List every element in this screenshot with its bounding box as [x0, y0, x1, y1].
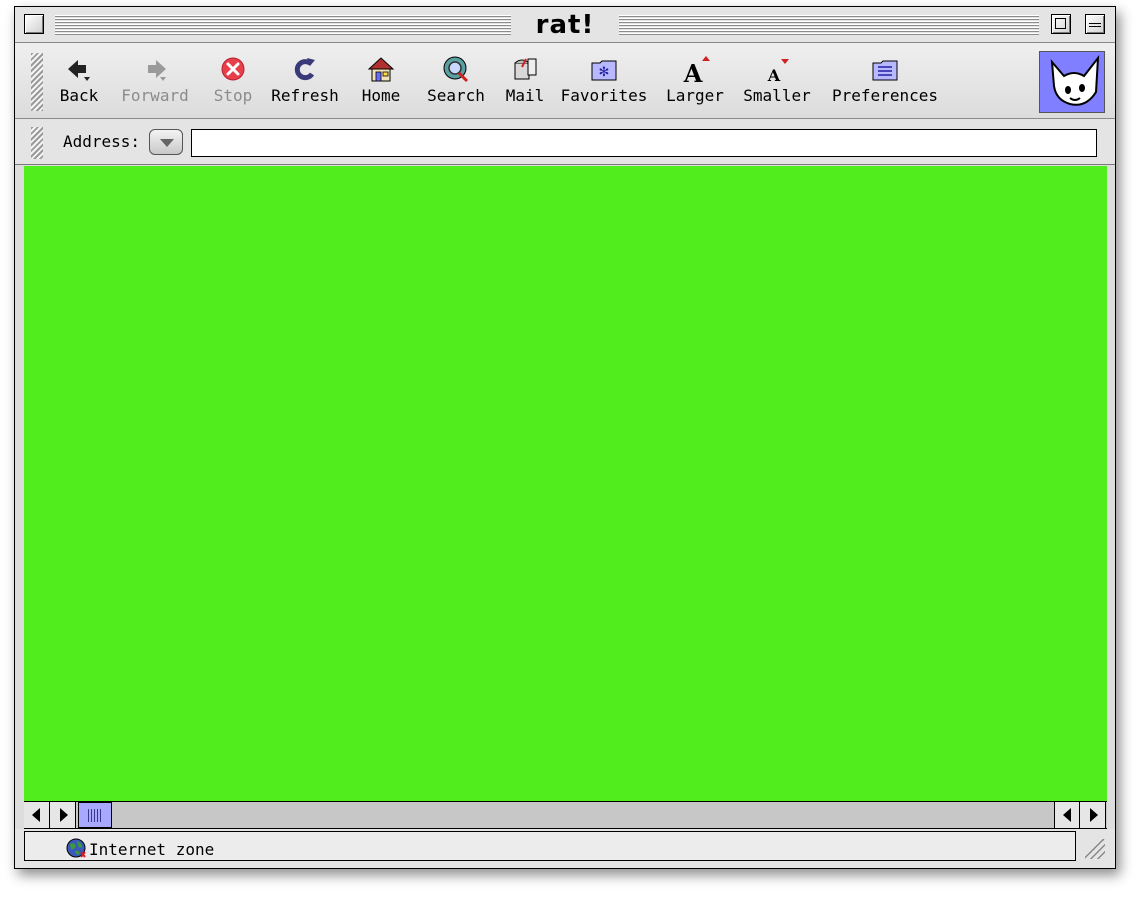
back-button-label: Back [59, 86, 99, 105]
forward-arrow-icon [148, 60, 166, 81]
mail-button-label: Mail [505, 86, 545, 105]
toolbar-grip-handle[interactable] [31, 53, 43, 111]
svg-text:A: A [683, 59, 703, 85]
address-bar-grip-handle[interactable] [31, 127, 43, 159]
title-bar-stripes-right [619, 15, 1039, 35]
refresh-button[interactable]: Refresh [269, 55, 341, 113]
status-text: Internet zone [89, 840, 215, 859]
stop-button[interactable]: Stop [209, 55, 257, 113]
address-bar: Address: [15, 119, 1115, 165]
favorites-button-label: Favorites [560, 86, 648, 105]
scroll-left-arrow-icon[interactable] [24, 802, 50, 828]
search-icon [443, 56, 469, 83]
status-bar: Internet zone [15, 829, 1115, 868]
address-label: Address: [63, 132, 141, 151]
search-button[interactable]: Search [423, 55, 489, 113]
svg-text:A: A [767, 66, 781, 85]
refresh-button-label: Refresh [271, 86, 339, 105]
font-larger-icon: A [683, 56, 710, 85]
back-arrow-icon [68, 60, 90, 81]
refresh-icon [294, 58, 315, 81]
cat-mascot-icon [1050, 54, 1100, 106]
scrollbar-thumb[interactable] [78, 802, 112, 828]
home-icon [367, 57, 395, 82]
font-smaller-icon: A [767, 59, 789, 85]
address-history-dropdown[interactable] [149, 129, 183, 155]
scroll-right-arrow-icon[interactable] [50, 802, 76, 828]
favorites-folder-icon: ✻ [591, 60, 617, 81]
browser-window: rat! Back Forward Stop Refresh Home Sear… [14, 6, 1116, 869]
address-input[interactable] [191, 129, 1097, 157]
preferences-folder-icon [872, 60, 898, 81]
scroll-left-arrow-end-icon[interactable] [1054, 802, 1080, 828]
toolbar: Back Forward Stop Refresh Home Search Ma… [15, 43, 1115, 119]
throbber-mascot[interactable] [1039, 51, 1105, 113]
stop-icon [221, 57, 245, 81]
smaller-button[interactable]: A Smaller [741, 55, 813, 113]
close-box-icon[interactable] [24, 14, 44, 34]
page-content-area[interactable] [24, 166, 1107, 801]
back-button[interactable]: Back [55, 55, 103, 113]
globe-icon [66, 838, 86, 858]
preferences-button-label: Preferences [832, 86, 938, 105]
zoom-box-icon[interactable] [1051, 14, 1071, 34]
smaller-button-label: Smaller [743, 86, 811, 105]
larger-button[interactable]: A Larger [663, 55, 727, 113]
larger-button-label: Larger [666, 86, 724, 105]
status-well: Internet zone [24, 831, 1076, 861]
preferences-button[interactable]: Preferences [829, 55, 941, 113]
title-bar-stripes-left [55, 15, 511, 35]
search-button-label: Search [427, 86, 485, 105]
stop-button-label: Stop [213, 86, 253, 105]
collapse-box-icon[interactable] [1085, 14, 1105, 34]
home-button[interactable]: Home [355, 55, 407, 113]
forward-button-label: Forward [121, 86, 189, 105]
home-button-label: Home [361, 86, 401, 105]
svg-text:✻: ✻ [599, 65, 610, 80]
title-bar[interactable]: rat! [15, 7, 1115, 43]
forward-button[interactable]: Forward [115, 55, 195, 113]
mail-button[interactable]: Mail [503, 55, 547, 113]
scroll-right-arrow-end-icon[interactable] [1080, 802, 1106, 828]
mail-icon [514, 58, 537, 80]
favorites-button[interactable]: ✻ Favorites [559, 55, 649, 113]
window-title: rat! [535, 10, 595, 40]
resize-grip-icon[interactable] [1085, 839, 1105, 859]
horizontal-scrollbar[interactable] [24, 801, 1107, 829]
